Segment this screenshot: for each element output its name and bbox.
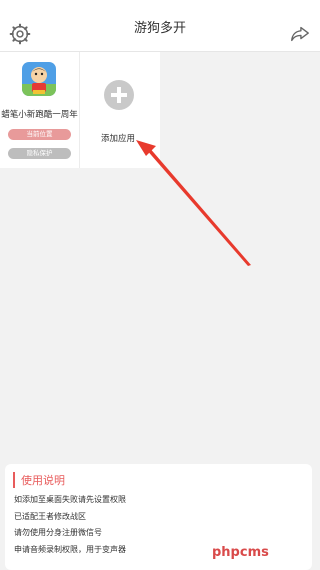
instruction-line: 请勿使用分身注册微信号	[14, 528, 102, 537]
plus-icon[interactable]	[104, 80, 134, 110]
page-title: 游狗多开	[133, 21, 186, 36]
app-grid: 蜡笔小新跑酷一周年 当前位置 隐私保护 添加应用	[0, 52, 160, 168]
instruction-line: 申请音频录制权限，用于变声器	[14, 545, 126, 554]
privacy-button[interactable]: 隐私保护	[8, 148, 71, 159]
app-name: 蜡笔小新跑酷一周年	[1, 110, 78, 120]
location-button[interactable]: 当前位置	[8, 129, 71, 140]
watermark: phpcms	[212, 545, 269, 560]
share-icon[interactable]	[289, 23, 311, 45]
app-header: 游狗多开	[0, 0, 320, 52]
instruction-line: 已适配王者修改战区	[14, 512, 86, 521]
app-tile[interactable]: 蜡笔小新跑酷一周年 当前位置 隐私保护	[0, 52, 80, 168]
add-app-tile[interactable]: 添加应用	[80, 52, 160, 168]
instruction-line: 如添加至桌面失败请先设置权限	[14, 495, 126, 504]
add-app-label: 添加应用	[100, 134, 135, 144]
instructions-title: 使用说明	[13, 472, 65, 488]
crayon-shin-chan-app-icon[interactable]	[22, 62, 56, 96]
